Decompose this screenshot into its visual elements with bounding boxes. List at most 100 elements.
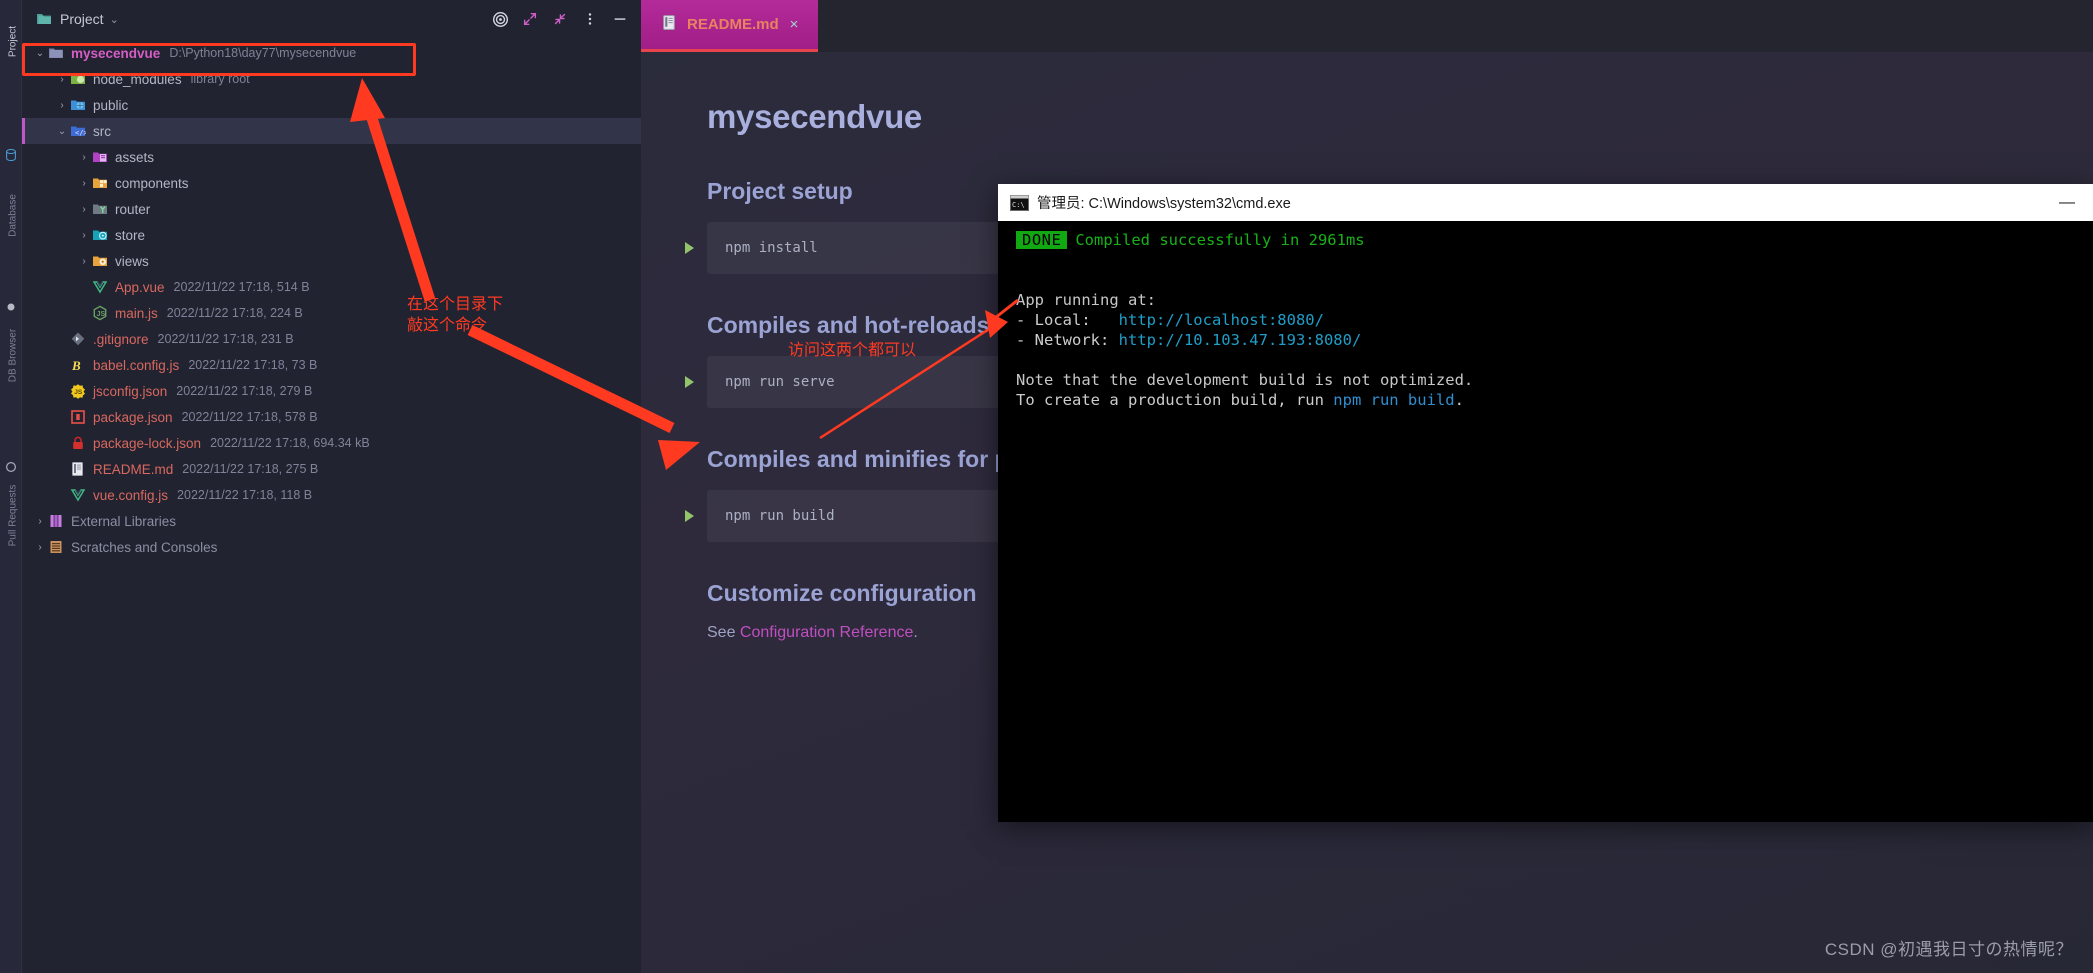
close-icon[interactable]: × bbox=[790, 16, 799, 33]
gitignore-file-icon bbox=[70, 331, 86, 347]
cmd-console-icon: C:\ bbox=[1010, 194, 1029, 211]
configuration-reference-link[interactable]: Configuration Reference bbox=[740, 624, 913, 641]
external-libraries-icon bbox=[48, 513, 64, 529]
tree-twisty-icon[interactable]: › bbox=[54, 74, 70, 85]
tree-twisty-icon[interactable]: › bbox=[76, 204, 92, 215]
folder-module-icon bbox=[48, 45, 64, 61]
tree-twisty-icon[interactable]: › bbox=[32, 542, 48, 553]
tool-strip-label-database[interactable]: Database bbox=[8, 177, 19, 255]
more-options-icon[interactable] bbox=[581, 10, 599, 28]
tree-item-label: vue.config.js bbox=[93, 487, 169, 503]
tree-row-external-libraries[interactable]: › External Libraries bbox=[22, 508, 641, 534]
tree-item-label: mysecendvue bbox=[71, 45, 161, 61]
hide-panel-icon[interactable] bbox=[611, 10, 629, 28]
network-url[interactable]: http://10.103.47.193:8080/ bbox=[1119, 331, 1362, 349]
chevron-down-icon[interactable]: ⌄ bbox=[110, 13, 119, 26]
tool-strip-label-project[interactable]: Project bbox=[8, 3, 19, 81]
package-json-file-icon bbox=[70, 409, 86, 425]
vue-file-icon bbox=[70, 487, 86, 503]
folder-source-icon: </> bbox=[70, 123, 88, 139]
project-panel-header: Project ⌄ bbox=[22, 0, 641, 38]
folder-icon bbox=[36, 11, 52, 27]
tree-twisty-icon[interactable]: › bbox=[76, 152, 92, 163]
expand-all-icon[interactable] bbox=[521, 10, 539, 28]
tree-row-views[interactable]: › views bbox=[22, 248, 641, 274]
run-arrow-icon[interactable] bbox=[685, 510, 694, 522]
collapse-all-icon[interactable] bbox=[551, 10, 569, 28]
cmd-title-bar[interactable]: C:\ 管理员: C:\Windows\system32\cmd.exe — bbox=[998, 184, 2093, 221]
ide-window: Project Database DB Browser Pull Request… bbox=[0, 0, 2093, 973]
pull-request-icon[interactable] bbox=[4, 460, 18, 474]
folder-node-modules-icon bbox=[70, 71, 86, 87]
tree-item-label: public bbox=[93, 97, 129, 113]
tree-item-label: README.md bbox=[93, 461, 174, 477]
tree-row-vue-config-js[interactable]: vue.config.js 2022/11/22 17:18, 118 B bbox=[22, 482, 641, 508]
tree-item-info: 2022/11/22 17:18, 514 B bbox=[173, 280, 310, 294]
tree-row-public[interactable]: › public bbox=[22, 92, 641, 118]
csdn-watermark: CSDN @初遇我日寸の热情呢？ bbox=[1824, 940, 2073, 959]
tree-row-main-js[interactable]: JS main.js 2022/11/22 17:18, 224 B bbox=[22, 300, 641, 326]
tree-row-readme-md[interactable]: README.md 2022/11/22 17:18, 275 B bbox=[22, 456, 641, 482]
tree-row-package-json[interactable]: package.json 2022/11/22 17:18, 578 B bbox=[22, 404, 641, 430]
folder-public-icon bbox=[70, 97, 86, 113]
markdown-file-icon bbox=[661, 14, 678, 36]
minimize-icon[interactable]: — bbox=[2059, 194, 2083, 212]
tree-item-label: views bbox=[115, 253, 149, 269]
project-tool-window: Project ⌄ ⌄ mysecendvue D:\Python18\day7… bbox=[22, 0, 641, 973]
tree-item-info: D:\Python18\day77\mysecendvue bbox=[169, 46, 357, 60]
cmd-line-network: - Network: http://10.103.47.193:8080/ bbox=[1016, 330, 2093, 350]
tree-twisty-icon[interactable]: › bbox=[54, 100, 70, 111]
tree-row-router[interactable]: › router bbox=[22, 196, 641, 222]
tree-row--gitignore[interactable]: .gitignore 2022/11/22 17:18, 231 B bbox=[22, 326, 641, 352]
local-url[interactable]: http://localhost:8080/ bbox=[1119, 311, 1324, 329]
tree-item-info: 2022/11/22 17:18, 275 B bbox=[182, 462, 319, 476]
run-arrow-icon[interactable] bbox=[685, 242, 694, 254]
annotation-text-urls: 访问这两个都可以 bbox=[788, 342, 917, 359]
see-prefix: See bbox=[707, 624, 740, 641]
tree-row-mysecendvue[interactable]: ⌄ mysecendvue D:\Python18\day77\mysecendvu… bbox=[22, 40, 641, 66]
svg-text:</>: </> bbox=[75, 129, 86, 137]
database-icon[interactable] bbox=[4, 148, 18, 162]
tree-twisty-icon[interactable]: › bbox=[76, 230, 92, 241]
tree-twisty-icon[interactable]: › bbox=[32, 516, 48, 527]
cmd-line-local: - Local: http://localhost:8080/ bbox=[1016, 310, 2093, 330]
tree-twisty-icon[interactable]: ⌄ bbox=[54, 126, 70, 137]
tree-row-store[interactable]: › store bbox=[22, 222, 641, 248]
folder-views-icon bbox=[92, 253, 108, 269]
svg-text:B: B bbox=[71, 358, 81, 373]
tree-row-src[interactable]: ⌄ </> src bbox=[22, 118, 641, 144]
tree-twisty-icon[interactable]: › bbox=[76, 178, 92, 189]
local-label: - Local: bbox=[1016, 311, 1119, 329]
project-file-tree[interactable]: ⌄ mysecendvue D:\Python18\day77\mysecendvu… bbox=[22, 38, 641, 560]
tool-strip-label-db-browser[interactable]: DB Browser bbox=[8, 317, 19, 395]
tree-row-app-vue[interactable]: App.vue 2022/11/22 17:18, 514 B bbox=[22, 274, 641, 300]
command-prompt-window[interactable]: C:\ 管理员: C:\Windows\system32\cmd.exe — D… bbox=[998, 184, 2093, 822]
commit-icon[interactable] bbox=[4, 300, 18, 314]
cmd-output: DONE Compiled successfully in 2961ms App … bbox=[998, 221, 2093, 822]
tree-item-info: 2022/11/22 17:18, 578 B bbox=[181, 410, 318, 424]
code-text: npm install bbox=[725, 240, 818, 256]
tree-twisty-icon[interactable]: › bbox=[76, 256, 92, 267]
cmd-line-note1: Note that the development build is not o… bbox=[1016, 371, 1474, 389]
tree-item-info: 2022/11/22 17:18, 231 B bbox=[157, 332, 294, 346]
tree-row-node-modules[interactable]: › node_modules library root bbox=[22, 66, 641, 92]
tree-row-babel-config-js[interactable]: Bbabel.config.js 2022/11/22 17:18, 73 B bbox=[22, 352, 641, 378]
tree-item-label: router bbox=[115, 201, 151, 217]
done-badge: DONE bbox=[1016, 231, 1068, 249]
tree-item-label: assets bbox=[115, 149, 155, 165]
run-arrow-icon[interactable] bbox=[685, 376, 694, 388]
tree-item-info: 2022/11/22 17:18, 224 B bbox=[166, 306, 303, 320]
tree-item-info: library root bbox=[190, 72, 250, 86]
tool-strip-label-pull-requests[interactable]: Pull Requests bbox=[8, 477, 19, 555]
tab-readme-md[interactable]: README.md × bbox=[641, 0, 819, 52]
tree-row-jsconfig-json[interactable]: JS jsconfig.json 2022/11/22 17:18, 279 B bbox=[22, 378, 641, 404]
jsconfig-file-icon: JS bbox=[70, 383, 86, 399]
tree-row-package-lock-json[interactable]: package-lock.json 2022/11/22 17:18, 694.3… bbox=[22, 430, 641, 456]
tree-twisty-icon[interactable]: ⌄ bbox=[32, 48, 48, 59]
cmd-title-text: 管理员: C:\Windows\system32\cmd.exe bbox=[1037, 196, 1291, 212]
tree-row-assets[interactable]: › assets bbox=[22, 144, 641, 170]
tree-row-components[interactable]: › components bbox=[22, 170, 641, 196]
tree-item-info: 2022/11/22 17:18, 73 B bbox=[188, 358, 318, 372]
locate-target-icon[interactable] bbox=[491, 10, 509, 28]
tree-row-scratches-and-consoles[interactable]: › Scratches and Consoles bbox=[22, 534, 641, 560]
